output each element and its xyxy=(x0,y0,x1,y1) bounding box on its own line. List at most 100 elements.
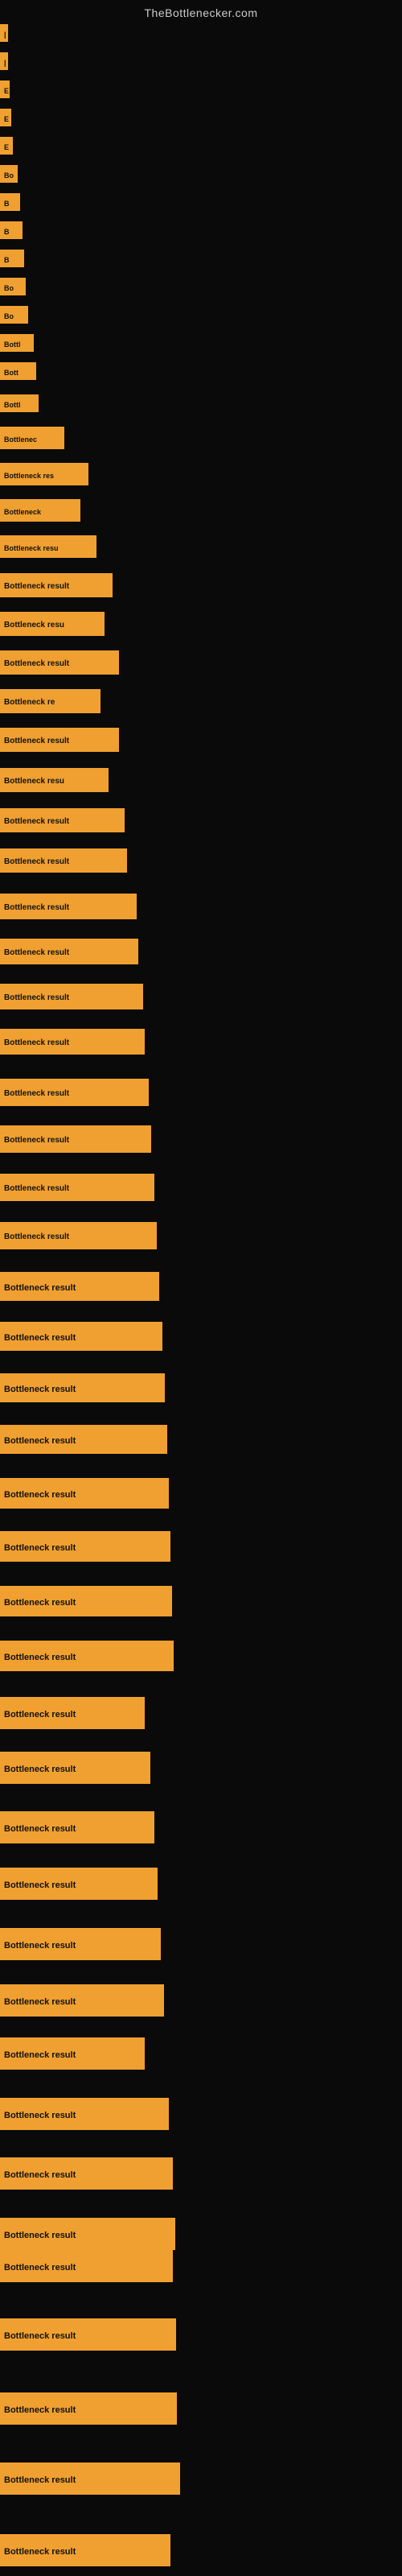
bar-label: | xyxy=(0,24,8,42)
bar-container: Bottleneck result xyxy=(0,848,127,873)
bar-label: Bottleneck result xyxy=(0,573,113,597)
bar-container: Bottleneck result xyxy=(0,728,119,752)
bar-container: E xyxy=(0,137,13,155)
bar-container: Bottleneck result xyxy=(0,984,143,1009)
bar-label: Bottleneck result xyxy=(0,1029,145,1055)
bar-container: Bottleneck result xyxy=(0,1586,172,1616)
bar-label: Bottleneck result xyxy=(0,1752,150,1784)
bar-label: Bottleneck resu xyxy=(0,612,105,636)
bar-label: B xyxy=(0,193,20,211)
bar-label: Bo xyxy=(0,306,28,324)
bar-label: Bottleneck re xyxy=(0,689,100,713)
bar-label: Bottleneck result xyxy=(0,1868,158,1900)
bar-container: Bottleneck result xyxy=(0,1478,169,1509)
bar-label: Bottleneck result xyxy=(0,1222,157,1249)
bar-container: Bottleneck result xyxy=(0,1425,167,1454)
bar-label: Bottleneck result xyxy=(0,1322,162,1351)
bar-label: B xyxy=(0,250,24,267)
bar-label: Bottlenec xyxy=(0,427,64,449)
bar-label: Bottleneck result xyxy=(0,2037,145,2070)
bar-label: Bo xyxy=(0,278,26,295)
bar-container: Bottleneck result xyxy=(0,650,119,675)
bar-label: Bott xyxy=(0,362,36,380)
bar-container: Bottleneck result xyxy=(0,1322,162,1351)
bar-container: Bottleneck resu xyxy=(0,535,96,558)
bar-container: B xyxy=(0,221,23,239)
bar-label: Bottleneck result xyxy=(0,2250,173,2282)
bar-label: Bottleneck result xyxy=(0,2534,170,2566)
bar-label: Bottleneck result xyxy=(0,650,119,675)
bar-label: Bottleneck result xyxy=(0,1125,151,1153)
bar-container: E xyxy=(0,80,10,98)
bar-label: Bottl xyxy=(0,394,39,412)
bar-container: Bottleneck result xyxy=(0,2218,175,2250)
bar-container: Bottleneck result xyxy=(0,1174,154,1201)
bar-container: Bottleneck result xyxy=(0,1984,164,2017)
bar-label: Bottleneck result xyxy=(0,894,137,919)
bar-container: Bottleneck re xyxy=(0,689,100,713)
bar-container: Bottleneck result xyxy=(0,2534,170,2566)
bar-label: Bottleneck result xyxy=(0,939,138,964)
bar-container: Bottleneck result xyxy=(0,1222,157,1249)
bar-container: Bottleneck result xyxy=(0,1531,170,1562)
bar-container: Bottleneck result xyxy=(0,894,137,919)
bar-label: Bottleneck result xyxy=(0,728,119,752)
bar-container: Bottleneck result xyxy=(0,1752,150,1784)
bar-label: | xyxy=(0,52,8,70)
bar-label: Bottleneck result xyxy=(0,984,143,1009)
bar-label: E xyxy=(0,80,10,98)
bar-container: E xyxy=(0,109,11,126)
bar-container: Bo xyxy=(0,278,26,295)
bar-container: | xyxy=(0,24,8,42)
bar-label: Bo xyxy=(0,165,18,183)
bar-container: Bo xyxy=(0,165,18,183)
bar-container: Bottl xyxy=(0,334,34,352)
bar-container: Bottleneck result xyxy=(0,2037,145,2070)
bar-container: Bottleneck result xyxy=(0,1373,165,1402)
bar-label: E xyxy=(0,137,13,155)
bar-container: Bottlenec xyxy=(0,427,64,449)
bar-container: Bottleneck result xyxy=(0,2462,180,2495)
bar-label: Bottleneck result xyxy=(0,1272,159,1301)
bar-label: Bottleneck result xyxy=(0,2462,180,2495)
bar-label: Bottleneck result xyxy=(0,1641,174,1671)
bar-label: Bottleneck result xyxy=(0,2098,169,2130)
bar-label: Bottleneck result xyxy=(0,1811,154,1843)
bar-container: Bottleneck result xyxy=(0,2098,169,2130)
bar-label: Bottleneck result xyxy=(0,2157,173,2190)
bar-container: Bottleneck xyxy=(0,499,80,522)
bar-container: Bottleneck result xyxy=(0,1868,158,1900)
bar-label: Bottleneck result xyxy=(0,2392,177,2425)
bar-label: Bottleneck result xyxy=(0,1586,172,1616)
bar-label: Bottleneck result xyxy=(0,1373,165,1402)
bar-container: Bo xyxy=(0,306,28,324)
bar-label: Bottleneck result xyxy=(0,1174,154,1201)
bar-container: Bottleneck res xyxy=(0,463,88,485)
bar-container: Bottleneck result xyxy=(0,808,125,832)
site-title: TheBottlenecker.com xyxy=(0,0,402,23)
bar-container: Bottleneck result xyxy=(0,1079,149,1106)
bar-label: Bottleneck xyxy=(0,499,80,522)
bar-label: Bottleneck result xyxy=(0,1478,169,1509)
bar-container: Bottleneck result xyxy=(0,1641,174,1671)
bar-label: Bottleneck resu xyxy=(0,535,96,558)
bar-label: Bottleneck result xyxy=(0,1531,170,1562)
bar-label: Bottleneck result xyxy=(0,2218,175,2250)
bar-container: B xyxy=(0,250,24,267)
bar-container: Bottleneck result xyxy=(0,2157,173,2190)
bar-container: Bottleneck result xyxy=(0,1272,159,1301)
bar-label: Bottleneck result xyxy=(0,1984,164,2017)
bar-container: Bottleneck resu xyxy=(0,612,105,636)
bar-label: B xyxy=(0,221,23,239)
bar-container: Bottleneck result xyxy=(0,2392,177,2425)
bar-container: Bottleneck result xyxy=(0,1125,151,1153)
bar-container: Bott xyxy=(0,362,36,380)
bar-label: E xyxy=(0,109,11,126)
bar-label: Bottleneck result xyxy=(0,1425,167,1454)
chart-area: TheBottlenecker.com ||EEEBoBBBBoBoBottlB… xyxy=(0,0,402,2576)
bar-container: Bottleneck result xyxy=(0,1697,145,1729)
bar-container: | xyxy=(0,52,8,70)
bar-container: Bottl xyxy=(0,394,39,412)
bar-label: Bottleneck result xyxy=(0,808,125,832)
bar-label: Bottleneck result xyxy=(0,1928,161,1960)
